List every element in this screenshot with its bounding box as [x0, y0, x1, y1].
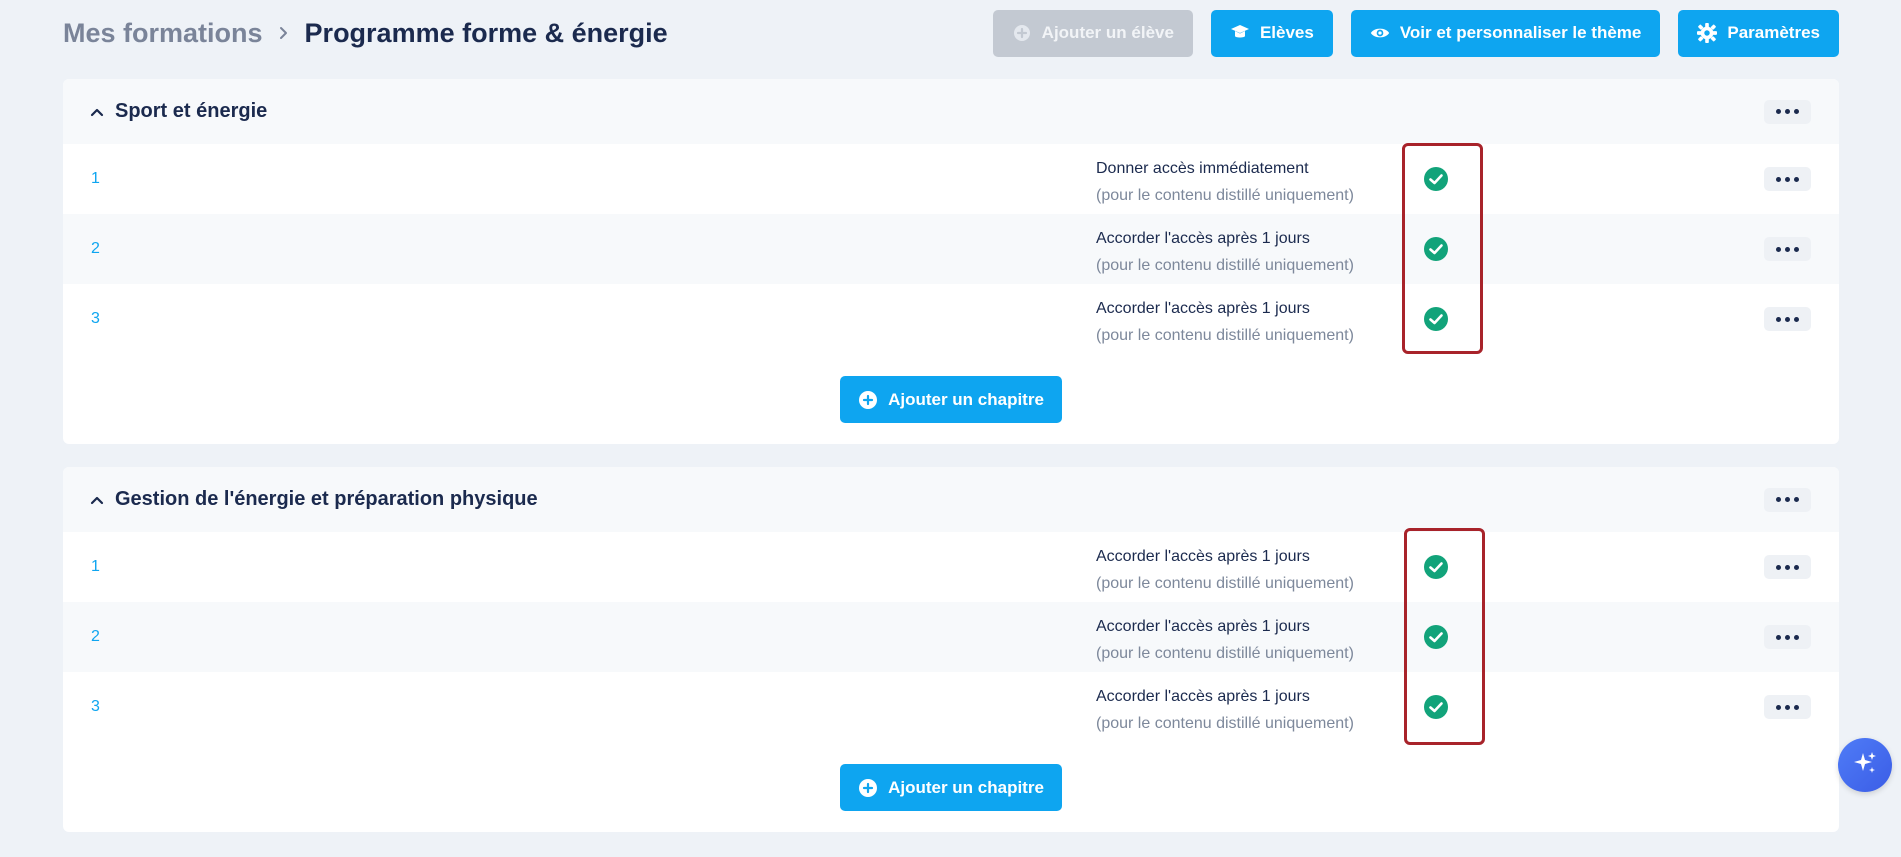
gear-icon	[1697, 23, 1718, 43]
chapter-row[interactable]: 2 Accorder l'accès après 1 jours (pour l…	[63, 214, 1839, 284]
chapter-more-button[interactable]	[1764, 237, 1811, 261]
add-student-label: Ajouter un élève	[1041, 23, 1174, 42]
sparkle-icon	[1851, 749, 1879, 782]
check-circle-icon	[1424, 237, 1448, 261]
access-rule: Accorder l'accès après 1 jours	[1096, 230, 1310, 247]
theme-label: Voir et personnaliser le thème	[1399, 23, 1642, 42]
assistant-sparkle-button[interactable]	[1838, 738, 1892, 792]
chapter-more-button[interactable]	[1764, 555, 1811, 579]
chapter-row[interactable]: 2 Accorder l'accès après 1 jours (pour l…	[63, 602, 1839, 672]
toolbar: Ajouter un élève Elèves Voir et personna…	[992, 9, 1839, 57]
plus-circle-icon	[1012, 23, 1032, 43]
breadcrumb: Mes formations Programme forme & énergie	[63, 18, 668, 49]
section-gestion-energie: Gestion de l'énergie et préparation phys…	[63, 467, 1839, 832]
plus-circle-icon	[858, 778, 878, 798]
page-header: Mes formations Programme forme & énergie…	[63, 0, 1839, 66]
chapter-number[interactable]: 1	[91, 558, 100, 576]
section-header: Gestion de l'énergie et préparation phys…	[63, 467, 1839, 532]
check-circle-icon	[1424, 307, 1448, 331]
chapter-number[interactable]: 1	[91, 170, 100, 188]
chapter-access: Donner accès immédiatement (pour le cont…	[1096, 155, 1354, 209]
chapter-number[interactable]: 2	[91, 240, 100, 258]
check-circle-icon	[1424, 167, 1448, 191]
section-more-button[interactable]	[1764, 487, 1811, 512]
check-circle-icon	[1424, 695, 1448, 719]
eye-icon	[1370, 23, 1390, 43]
chevron-up-icon	[89, 104, 105, 120]
chapter-more-button[interactable]	[1764, 695, 1811, 719]
chapter-more-button[interactable]	[1764, 307, 1811, 331]
theme-button[interactable]: Voir et personnaliser le thème	[1350, 9, 1661, 57]
chapter-row[interactable]: 1 Accorder l'accès après 1 jours (pour l…	[63, 532, 1839, 602]
check-circle-icon	[1424, 625, 1448, 649]
chapter-more-button[interactable]	[1764, 167, 1811, 191]
add-chapter-button[interactable]: Ajouter un chapitre	[840, 376, 1062, 423]
access-note: (pour le contenu distillé uniquement)	[1096, 327, 1354, 344]
section-toggle[interactable]: Gestion de l'énergie et préparation phys…	[89, 488, 538, 511]
access-note: (pour le contenu distillé uniquement)	[1096, 645, 1354, 662]
chevron-up-icon	[89, 492, 105, 508]
section-title: Sport et énergie	[115, 100, 268, 122]
add-chapter-button[interactable]: Ajouter un chapitre	[840, 764, 1062, 811]
graduation-cap-icon	[1230, 23, 1250, 43]
add-chapter-area: Ajouter un chapitre	[63, 354, 1839, 444]
breadcrumb-root-link[interactable]: Mes formations	[63, 18, 263, 49]
chapter-access: Accorder l'accès après 1 jours (pour le …	[1096, 295, 1354, 349]
add-student-button[interactable]: Ajouter un élève	[992, 9, 1193, 57]
section-sport-energie: Sport et énergie 1 Donner accès immédiat…	[63, 79, 1839, 444]
access-note: (pour le contenu distillé uniquement)	[1096, 187, 1354, 204]
access-note: (pour le contenu distillé uniquement)	[1096, 715, 1354, 732]
chapter-access: Accorder l'accès après 1 jours (pour le …	[1096, 225, 1354, 279]
students-label: Elèves	[1259, 23, 1314, 42]
access-note: (pour le contenu distillé uniquement)	[1096, 257, 1354, 274]
chapter-number[interactable]: 3	[91, 310, 100, 328]
access-rule: Accorder l'accès après 1 jours	[1096, 548, 1310, 565]
add-chapter-area: Ajouter un chapitre	[63, 742, 1839, 832]
page-title: Programme forme & énergie	[304, 17, 668, 48]
chapter-row[interactable]: 3 Accorder l'accès après 1 jours (pour l…	[63, 672, 1839, 742]
settings-button[interactable]: Paramètres	[1678, 9, 1839, 57]
section-header: Sport et énergie	[63, 79, 1839, 144]
chapter-access: Accorder l'accès après 1 jours (pour le …	[1096, 613, 1354, 667]
section-title: Gestion de l'énergie et préparation phys…	[115, 488, 538, 510]
chapter-row[interactable]: 1 Donner accès immédiatement (pour le co…	[63, 144, 1839, 214]
access-note: (pour le contenu distillé uniquement)	[1096, 575, 1354, 592]
settings-label: Paramètres	[1727, 23, 1820, 42]
section-more-button[interactable]	[1764, 99, 1811, 124]
access-rule: Accorder l'accès après 1 jours	[1096, 618, 1310, 635]
plus-circle-icon	[858, 390, 878, 410]
chapter-access: Accorder l'accès après 1 jours (pour le …	[1096, 683, 1354, 737]
access-rule: Donner accès immédiatement	[1096, 160, 1309, 177]
students-button[interactable]: Elèves	[1210, 9, 1333, 57]
chapter-row[interactable]: 3 Accorder l'accès après 1 jours (pour l…	[63, 284, 1839, 354]
add-chapter-label: Ajouter un chapitre	[888, 777, 1044, 797]
chapter-more-button[interactable]	[1764, 625, 1811, 649]
section-toggle[interactable]: Sport et énergie	[89, 100, 267, 123]
chapter-number[interactable]: 3	[91, 698, 100, 716]
check-circle-icon	[1424, 555, 1448, 579]
chapter-access: Accorder l'accès après 1 jours (pour le …	[1096, 543, 1354, 597]
access-rule: Accorder l'accès après 1 jours	[1096, 688, 1310, 705]
chevron-right-icon	[277, 26, 291, 40]
access-rule: Accorder l'accès après 1 jours	[1096, 300, 1310, 317]
add-chapter-label: Ajouter un chapitre	[888, 389, 1044, 409]
chapter-number[interactable]: 2	[91, 628, 100, 646]
